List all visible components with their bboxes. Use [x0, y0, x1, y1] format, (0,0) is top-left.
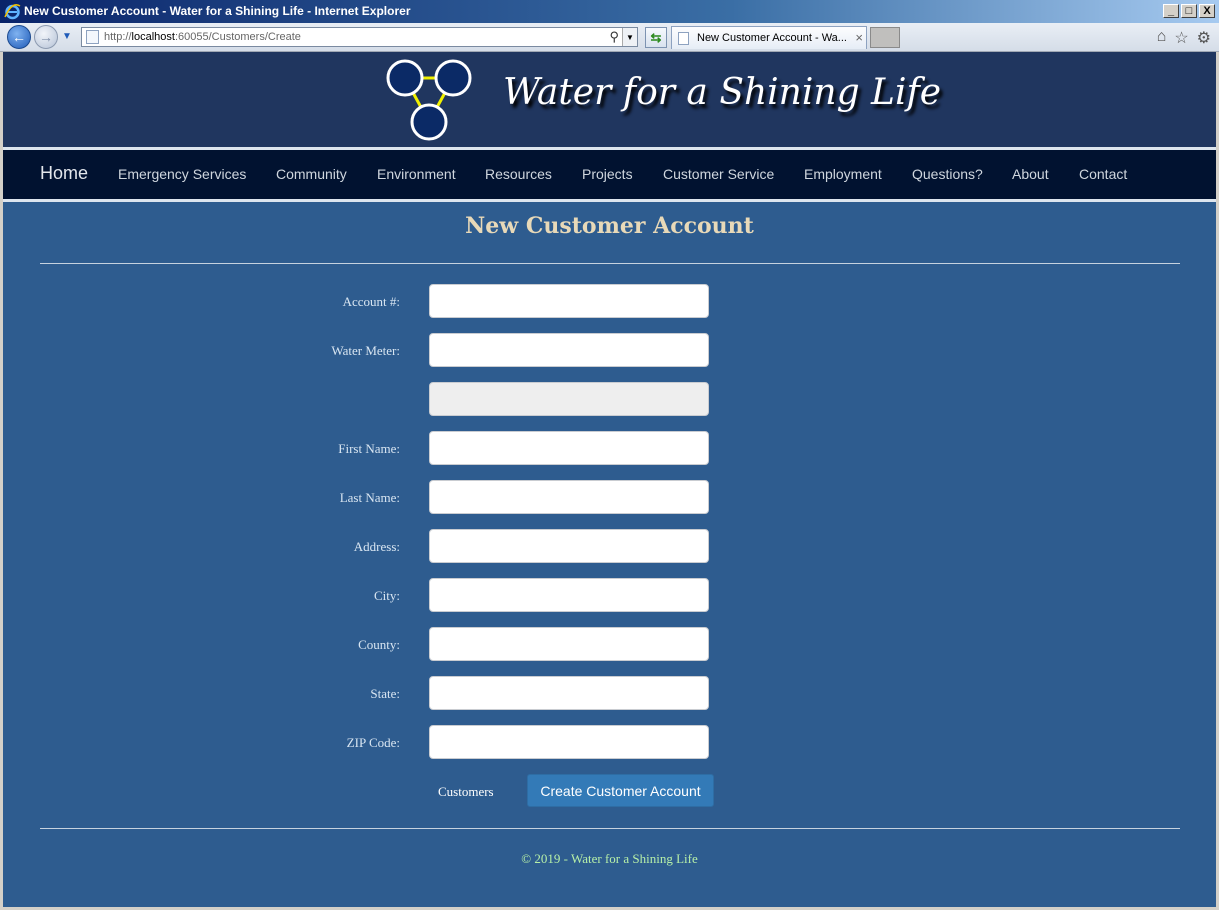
arrow-left-icon: ←	[12, 29, 26, 45]
nav-item-customer-service[interactable]: Customer Service	[663, 166, 774, 182]
county-label: County:	[358, 637, 400, 652]
last-name-input[interactable]	[429, 480, 709, 514]
arrow-right-icon: →	[39, 29, 53, 45]
web-page: Water for a Shining Life Home Emergency …	[3, 52, 1216, 907]
refresh-button[interactable]: ⇆	[645, 27, 667, 48]
page-icon	[86, 30, 99, 44]
refresh-icon: ⇆	[650, 29, 662, 45]
tab-label: New Customer Account - Wa...	[697, 32, 847, 44]
first-name-input[interactable]	[429, 431, 709, 465]
account-number-label: Account #:	[342, 294, 400, 309]
zip-code-input[interactable]	[429, 725, 709, 759]
customers-link[interactable]: Customers	[438, 784, 494, 800]
browser-toolbar: ← → ▼ http://localhost:60055/Customers/C…	[0, 23, 1219, 52]
form-row-first-name: First Name:	[3, 431, 1216, 465]
state-label: State:	[370, 686, 400, 701]
new-tab-button[interactable]	[870, 27, 900, 48]
form-row-account-number: Account #:	[3, 284, 1216, 318]
nav-item-emergency-services[interactable]: Emergency Services	[118, 166, 246, 182]
form-row-address: Address:	[3, 529, 1216, 563]
form-row-water-meter: Water Meter:	[3, 333, 1216, 367]
gear-icon[interactable]: ⚙	[1197, 28, 1211, 48]
form-row-last-name: Last Name:	[3, 480, 1216, 514]
nav-item-questions[interactable]: Questions?	[912, 166, 983, 182]
first-name-label: First Name:	[338, 441, 400, 456]
divider	[40, 828, 1180, 829]
nav-item-environment[interactable]: Environment	[377, 166, 456, 182]
water-meter-input[interactable]	[429, 333, 709, 367]
create-customer-account-button[interactable]: Create Customer Account	[527, 774, 714, 807]
nav-item-contact[interactable]: Contact	[1079, 166, 1127, 182]
account-number-input[interactable]	[429, 284, 709, 318]
last-name-label: Last Name:	[339, 490, 400, 505]
home-icon[interactable]: ⌂	[1157, 28, 1167, 48]
county-input[interactable]	[429, 627, 709, 661]
page-icon	[678, 32, 689, 45]
form-row-city: City:	[3, 578, 1216, 612]
site-title[interactable]: Water for a Shining Life	[503, 72, 941, 113]
address-bar[interactable]: http://localhost:60055/Customers/Create …	[81, 27, 638, 47]
maximize-button[interactable]: □	[1181, 4, 1197, 18]
nav-item-resources[interactable]: Resources	[485, 166, 552, 182]
favorites-star-icon[interactable]: ☆	[1174, 28, 1188, 48]
nav-item-projects[interactable]: Projects	[582, 166, 633, 182]
nav-item-home[interactable]: Home	[40, 163, 88, 184]
close-window-button[interactable]: X	[1199, 4, 1215, 18]
state-input[interactable]	[429, 676, 709, 710]
nav-item-community[interactable]: Community	[276, 166, 347, 182]
internet-explorer-icon	[4, 4, 21, 20]
meter-details-field	[429, 382, 709, 416]
city-input[interactable]	[429, 578, 709, 612]
window-titlebar: New Customer Account - Water for a Shini…	[0, 0, 1219, 23]
water-meter-label: Water Meter:	[331, 343, 400, 358]
form-row-state: State:	[3, 676, 1216, 710]
search-icon[interactable]: ⚲	[609, 29, 619, 45]
address-url[interactable]: http://localhost:60055/Customers/Create	[104, 31, 301, 43]
forward-button[interactable]: →	[34, 25, 58, 49]
divider	[3, 199, 1216, 202]
form-row-meter-details	[3, 382, 1216, 416]
nav-item-about[interactable]: About	[1012, 166, 1049, 182]
address-dropdown-icon[interactable]: ▼	[622, 28, 637, 46]
site-logo-icon	[386, 59, 472, 141]
history-dropdown-icon[interactable]: ▼	[62, 31, 72, 42]
divider	[40, 263, 1180, 264]
tab-close-icon[interactable]: ×	[855, 30, 863, 45]
browser-tab[interactable]: New Customer Account - Wa... ×	[671, 26, 867, 49]
footer-copyright: © 2019 - Water for a Shining Life	[521, 851, 698, 866]
back-button[interactable]: ←	[7, 25, 31, 49]
address-input[interactable]	[429, 529, 709, 563]
nav-item-employment[interactable]: Employment	[804, 166, 882, 182]
address-label: Address:	[353, 539, 400, 554]
window-title: New Customer Account - Water for a Shini…	[24, 4, 411, 18]
page-title: New Customer Account	[465, 213, 754, 239]
form-row-zip-code: ZIP Code:	[3, 725, 1216, 759]
minimize-button[interactable]: _	[1163, 4, 1179, 18]
main-navbar: Home Emergency Services Community Enviro…	[3, 150, 1216, 199]
site-banner: Water for a Shining Life	[3, 52, 1216, 148]
zip-code-label: ZIP Code:	[346, 735, 400, 750]
city-label: City:	[373, 588, 400, 603]
form-row-county: County:	[3, 627, 1216, 661]
